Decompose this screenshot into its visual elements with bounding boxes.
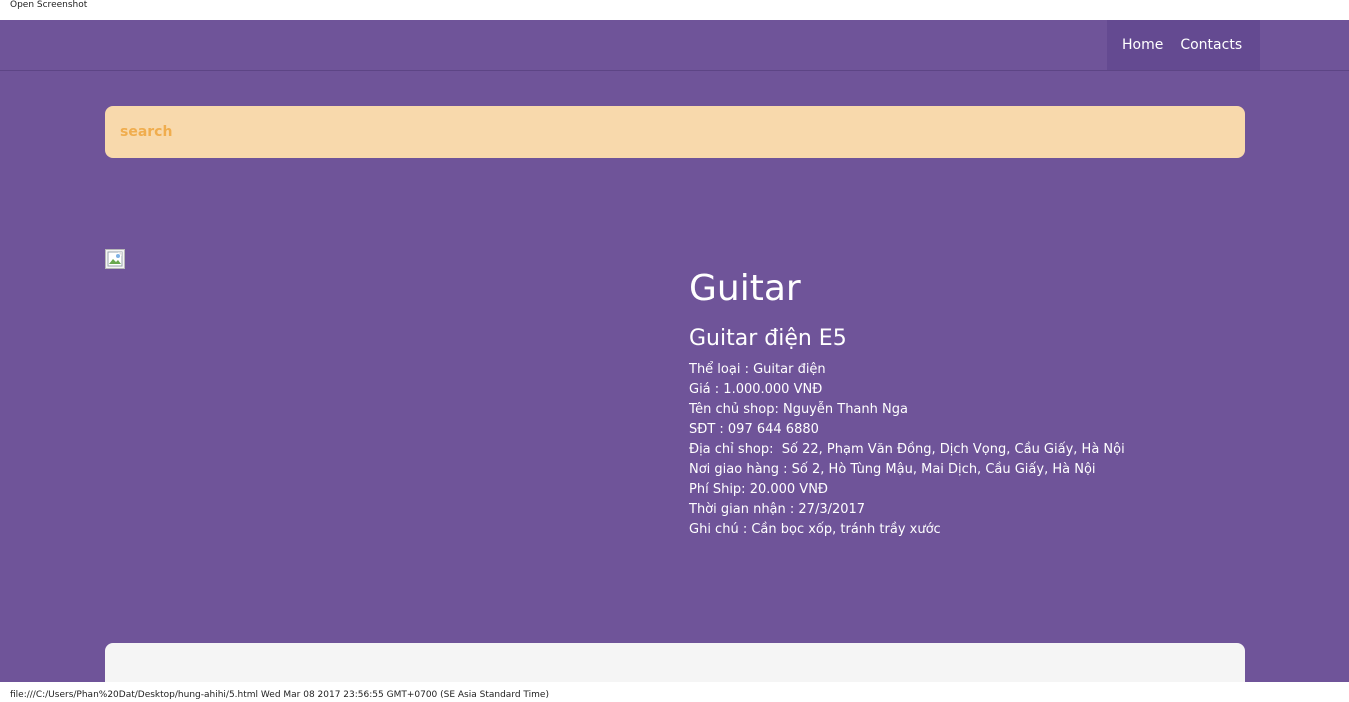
broken-image-icon	[107, 251, 123, 267]
detail-delivery-address: Nơi giao hàng : Số 2, Hò Tùng Mậu, Mai D…	[689, 462, 1096, 477]
detail-category: Thể loại : Guitar điện	[689, 362, 826, 377]
screenshot-footer: file:///C:/Users/Phan%20Dat/Desktop/hung…	[0, 682, 1349, 702]
navbar: Home Contacts	[0, 20, 1349, 71]
detail-shipping-fee: Phí Ship: 20.000 VNĐ	[689, 482, 829, 497]
search-input[interactable]	[105, 106, 1245, 158]
nav-contacts-link[interactable]: Contacts	[1180, 20, 1257, 70]
product-image	[105, 249, 125, 269]
product-subtitle: Guitar điện E5	[689, 326, 847, 351]
product-title: Guitar	[689, 268, 801, 309]
screenshot-footer-label: file:///C:/Users/Phan%20Dat/Desktop/hung…	[10, 690, 549, 700]
detail-price: Giá : 1.000.000 VNĐ	[689, 382, 823, 397]
footer-panel	[105, 643, 1245, 682]
detail-shop-owner: Tên chủ shop: Nguyễn Thanh Nga	[689, 402, 908, 417]
product-details: Guitar Guitar điện E5 Thể loại : Guitar …	[689, 260, 1125, 540]
detail-shop-address: Địa chỉ shop: Số 22, Phạm Văn Đồng, Dịch…	[689, 442, 1125, 457]
screenshot-header-label: Open Screenshot	[10, 0, 88, 10]
nav-home-link[interactable]: Home	[1107, 20, 1178, 70]
detail-delivery-date: Thời gian nhận : 27/3/2017	[689, 502, 866, 517]
page: Home Contacts Guitar Guitar điện E5 Thể …	[0, 20, 1349, 682]
detail-phone: SĐT : 097 644 6880	[689, 422, 819, 437]
nav-menu: Home Contacts	[1107, 20, 1260, 70]
screenshot-header: Open Screenshot	[0, 0, 1349, 20]
detail-note: Ghi chú : Cần bọc xốp, tránh trầy xước	[689, 522, 941, 537]
